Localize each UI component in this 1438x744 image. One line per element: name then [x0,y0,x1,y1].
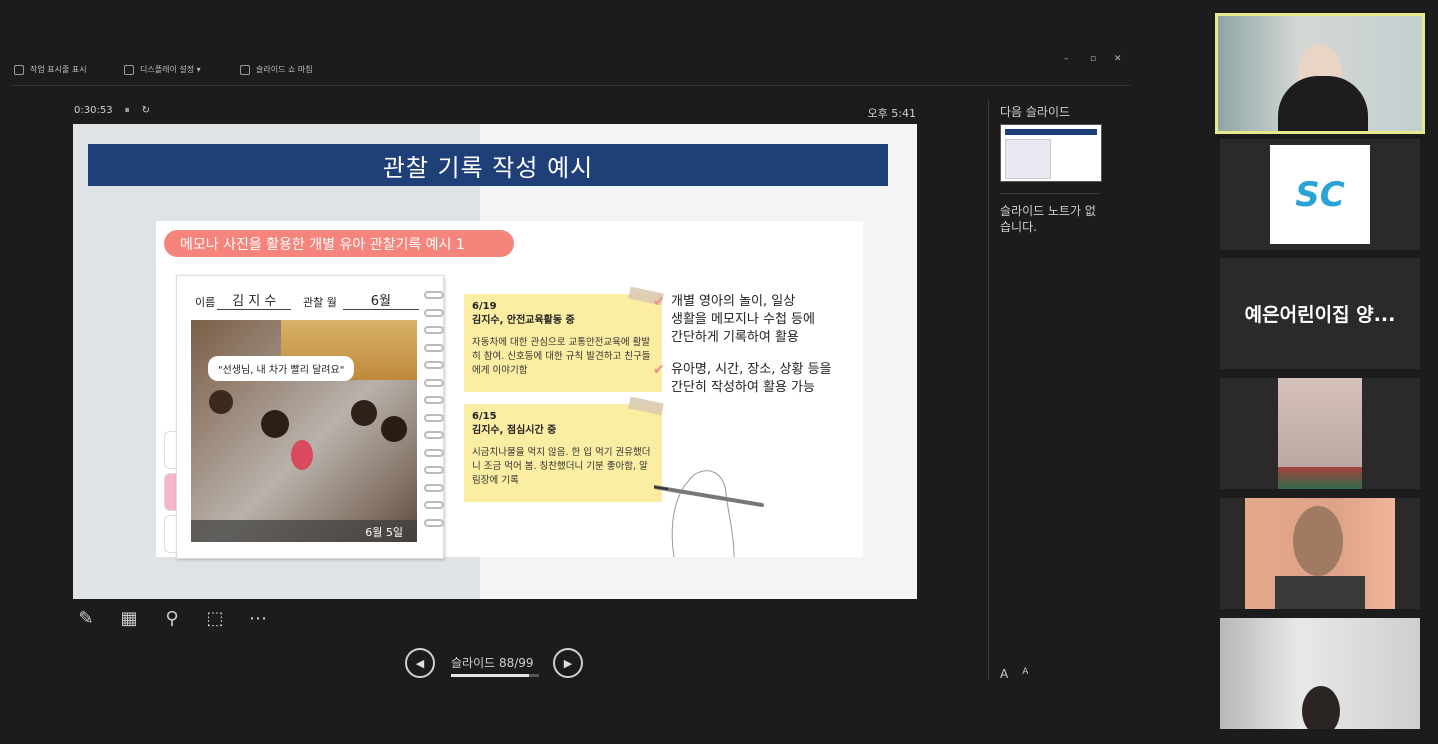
next-slide-label: 다음 슬라이드 [1000,105,1071,119]
example-heading-pill: 메모나 사진을 활용한 개별 유아 관찰기록 예시 1 [164,230,514,257]
minimize-button[interactable]: – [1064,54,1069,64]
notebook-spiral [424,291,446,551]
show-taskbar-label: 작업 표시줄 표시 [30,65,87,74]
photo-caption: 6월 5일 [191,520,417,542]
note2-body: 시금치나물을 먹지 않음. 한 입 먹기 권유했더니 조금 먹어 봄. 칭찬했더… [472,447,651,486]
note1-date: 6/19 [472,301,497,312]
elapsed-time: 0:30:53 [74,105,113,116]
end-slideshow-label: 슬라이드 쇼 마침 [256,65,313,74]
participant-shirt [1275,576,1365,609]
more-options-icon[interactable]: ⋯ [246,606,270,630]
end-show-icon [240,64,250,75]
check-point-1: ✔ 개별 영아의 놀이, 일상 생활을 메모지나 수첩 등에 간단하게 기록하여… [653,293,815,347]
check1-line: 개별 영아의 놀이, 일상 [671,294,796,309]
current-time: 오후 5:41 [867,107,916,120]
memo-note-2: 6/15 김지수, 점심시간 중 시금치나물을 먹지 않음. 한 입 먹기 권유… [464,404,662,502]
participant-tile[interactable]: SC [1220,139,1420,250]
notes-font-controls: A A [1000,667,1028,681]
participant-tile[interactable] [1220,378,1420,489]
photo-child [291,440,313,470]
show-taskbar-button[interactable]: 작업 표시줄 표시 [14,64,87,75]
name-value: 김 지 수 [217,290,292,310]
display-icon [124,64,134,75]
participant-video [1245,498,1395,609]
thumb-title-bar [1005,129,1097,135]
close-button[interactable]: ✕ [1114,54,1122,64]
note1-body: 자동차에 대한 관심으로 교통안전교육에 활발히 참여. 신호등에 대한 규칙 … [472,337,651,376]
photo-child [209,390,233,414]
example-card: 메모나 사진을 활용한 개별 유아 관찰기록 예시 1 이름 김 지 수 관찰 … [156,221,863,559]
decrease-font-button[interactable]: A [1022,667,1028,681]
reset-timer-icon[interactable]: ↻ [142,105,150,116]
name-label: 이름 [195,296,216,309]
end-slideshow-button[interactable]: 슬라이드 쇼 마침 [240,64,313,75]
slide-progress-fill [451,674,530,677]
participant-tile[interactable] [1220,618,1420,729]
check2-line: 간단히 작성하여 활용 가능 [671,380,815,395]
chevron-right-icon: ▶ [563,656,573,670]
taskbar-icon [14,64,24,75]
children-photo: "선생님, 내 차가 빨리 달려요" 6월 5일 [191,320,417,542]
name-row: 이름 김 지 수 [195,290,292,310]
presenter-toolbar: 작업 표시줄 표시 디스플레이 설정 ▾ 슬라이드 쇼 마침 [10,60,1130,86]
slide-navigation: ◀ 슬라이드 88/99 ▶ [405,648,585,680]
previous-slide-button[interactable]: ◀ [405,648,435,678]
zoom-icon[interactable]: ⚲ [160,606,184,630]
thumb-content [1005,139,1051,179]
all-slides-icon[interactable]: ▦ [117,606,141,630]
participant-tile-active[interactable] [1215,13,1425,134]
slide-tools: ✎ ▦ ⚲ ⬚ ⋯ [74,606,270,630]
current-slide[interactable]: 관찰 기록 작성 예시 메모나 사진을 활용한 개별 유아 관찰기록 예시 1 … [73,124,917,599]
month-row: 관찰 월 6월 [303,290,419,310]
display-settings-button[interactable]: 디스플레이 설정 ▾ [124,64,201,75]
next-slide-button[interactable]: ▶ [553,648,583,678]
photo-child [351,400,377,426]
slide-title: 관찰 기록 작성 예시 [88,144,888,186]
restore-button[interactable]: ▫ [1090,54,1096,64]
check-icon: ✔ [653,294,665,310]
month-value: 6월 [342,290,419,310]
participant-tile[interactable]: 예은어린이집 양... [1220,258,1420,369]
slide-progress-bar [451,674,539,677]
note2-heading: 김지수, 점심시간 중 [472,425,557,436]
writing-hand-illustration [654,470,764,557]
check-point-2: ✔ 유아명, 시간, 장소, 상황 등을 간단히 작성하여 활용 가능 [653,361,832,397]
observation-notebook: 이름 김 지 수 관찰 월 6월 "선생님, 내 차가 빨리 달려요" 6월 5… [176,275,444,559]
speaker-notes: 슬라이드 노트가 없습니다. [1000,204,1096,234]
pen-icon[interactable]: ✎ [74,606,98,630]
photo-child [261,410,289,438]
participant-video [1278,76,1368,131]
pointer-options-icon[interactable]: ⬚ [203,606,227,630]
note1-heading: 김지수, 안전교육활동 중 [472,315,575,326]
check1-line: 간단하게 기록하여 활용 [671,330,799,345]
photo-quote: "선생님, 내 차가 빨리 달려요" [208,356,355,381]
participant-video [1302,686,1340,729]
memo-note-1: 6/19 김지수, 안전교육활동 중 자동차에 대한 관심으로 교통안전교육에 … [464,294,662,392]
photo-child [381,416,407,442]
participant-name: 예은어린이집 양... [1244,304,1396,326]
note2-date: 6/15 [472,411,497,422]
panel-separator [1000,193,1100,194]
increase-font-button[interactable]: A [1000,667,1008,681]
display-settings-label: 디스플레이 설정 ▾ [140,65,201,74]
check2-line: 유아명, 시간, 장소, 상황 등을 [671,362,832,377]
month-label: 관찰 월 [303,296,337,309]
participant-tile[interactable] [1220,498,1420,609]
next-slide-thumbnail[interactable] [1000,124,1102,182]
slide-counter: 슬라이드 88/99 [451,656,534,670]
chevron-left-icon: ◀ [415,656,425,670]
participant-video [1278,378,1362,489]
check1-line: 생활을 메모지나 수첩 등에 [671,312,815,327]
participant-face [1293,506,1343,576]
check-icon: ✔ [653,362,665,378]
participant-logo: SC [1270,145,1370,244]
panel-divider [988,100,989,680]
pause-icon[interactable]: ⏸ [125,105,130,116]
presenter-timer: 0:30:53 ⏸ ↻ [74,105,150,116]
